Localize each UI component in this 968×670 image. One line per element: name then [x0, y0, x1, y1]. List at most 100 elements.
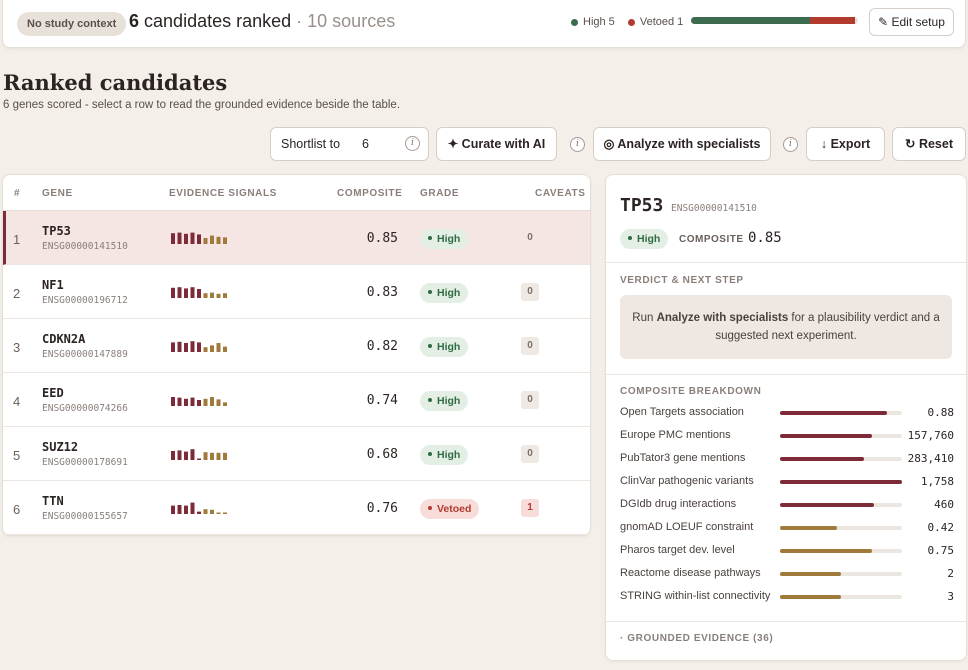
- detail-grade-badge: High: [620, 229, 669, 249]
- high-dot-icon: [628, 236, 632, 241]
- signal-bar: [197, 342, 201, 352]
- analyze-specialists-button[interactable]: ◎ Analyze with specialists: [593, 127, 771, 161]
- breakdown-value: 460: [934, 498, 954, 511]
- signal-bar: [190, 397, 195, 406]
- signal-bar: [190, 449, 195, 460]
- caveats-count: 0: [521, 337, 539, 355]
- grade-badge: High: [420, 391, 469, 411]
- shortlist-info-icon[interactable]: i: [405, 136, 420, 151]
- signal-bar: [197, 234, 201, 244]
- breakdown-heading: COMPOSITE BREAKDOWN: [620, 386, 762, 397]
- breakdown-row: ClinVar pathogenic variants 1,758: [620, 473, 954, 491]
- table-row[interactable]: 3 CDKN2A ENSG00000147889 0.82 High 0: [3, 319, 590, 373]
- row-number: 6: [13, 502, 21, 517]
- breakdown-fill: [780, 411, 888, 415]
- breakdown-label: gnomAD LOEUF constraint: [620, 521, 754, 533]
- table-header: # GENE EVIDENCE SIGNALS COMPOSITE GRADE …: [3, 175, 590, 211]
- col-composite[interactable]: COMPOSITE: [337, 188, 402, 199]
- verdict-heading: VERDICT & NEXT STEP: [620, 275, 744, 286]
- row-number: 2: [13, 286, 21, 301]
- divider: [606, 621, 966, 622]
- high-segment: [691, 17, 811, 24]
- col-num: #: [14, 188, 21, 199]
- grade-dot-icon: [428, 398, 432, 403]
- breakdown-row: gnomAD LOEUF constraint 0.42: [620, 519, 954, 537]
- breakdown-fill: [780, 526, 838, 530]
- vetoed-dot-icon: [627, 18, 635, 26]
- edit-setup-button[interactable]: ✎ Edit setup: [869, 8, 954, 36]
- grade-label: High: [437, 233, 461, 245]
- row-number: 4: [13, 394, 21, 409]
- col-gene[interactable]: GENE: [42, 188, 73, 199]
- breakdown-row: Open Targets association 0.88: [620, 404, 954, 422]
- curate-ai-button[interactable]: ✦ Curate with AI: [436, 127, 557, 161]
- breakdown-row: Europe PMC mentions 157,760: [620, 427, 954, 445]
- composite-score: 0.76: [366, 501, 398, 516]
- col-signals: EVIDENCE SIGNALS: [169, 188, 277, 199]
- composite-score: 0.82: [366, 339, 398, 354]
- signal-bar: [177, 232, 182, 244]
- grounded-evidence-toggle[interactable]: · GROUNDED EVIDENCE (36): [620, 633, 773, 644]
- table-row[interactable]: 4 EED ENSG00000074266 0.74 High 0: [3, 373, 590, 427]
- signal-bar: [171, 505, 175, 514]
- analyze-info-icon[interactable]: i: [783, 137, 798, 152]
- evidence-signals-sparkbar: [171, 502, 227, 514]
- shortlist-control: Shortlist to 6 i: [270, 127, 429, 161]
- breakdown-track: [780, 572, 902, 576]
- breakdown-value: 157,760: [907, 429, 954, 442]
- table-row[interactable]: 1 TP53 ENSG00000141510 0.85 High 0: [3, 211, 590, 265]
- verdict-action-link[interactable]: Analyze with specialists: [657, 312, 789, 324]
- signal-bar: [210, 235, 214, 244]
- col-caveats[interactable]: CAVEATS: [535, 188, 586, 199]
- evidence-signals-sparkbar: [171, 449, 227, 460]
- signal-bar: [203, 347, 208, 352]
- breakdown-value: 283,410: [907, 452, 954, 465]
- grade-dot-icon: [428, 290, 432, 295]
- gene-symbol: TTN: [42, 494, 64, 508]
- export-button[interactable]: ↓ Export: [806, 127, 885, 161]
- detail-gene: TP53: [620, 195, 664, 216]
- row-number: 1: [13, 232, 21, 247]
- signal-bar: [184, 288, 188, 298]
- signal-bar: [184, 505, 188, 514]
- reset-button[interactable]: ↻ Reset: [892, 127, 966, 161]
- breakdown-track: [780, 503, 902, 507]
- ensembl-id: ENSG00000196712: [42, 295, 128, 306]
- signal-bar: [223, 512, 227, 514]
- shortlist-label: Shortlist to: [281, 137, 341, 151]
- caveats-count: 0: [521, 283, 539, 301]
- curate-info-icon[interactable]: i: [570, 137, 585, 152]
- grade-dot-icon: [428, 452, 432, 457]
- signal-bar: [197, 289, 201, 298]
- signal-bar: [177, 287, 182, 298]
- table-row[interactable]: 2 NF1 ENSG00000196712 0.83 High 0: [3, 265, 590, 319]
- breakdown-label: Pharos target dev. level: [620, 544, 735, 556]
- signal-bar: [223, 293, 227, 298]
- breakdown-row: PubTator3 gene mentions 283,410: [620, 450, 954, 468]
- sources-count: · 10 sources: [296, 11, 396, 31]
- ranked-text: candidates ranked: [144, 11, 292, 31]
- composite-score: 0.83: [366, 285, 398, 300]
- shortlist-input[interactable]: 6: [362, 128, 369, 160]
- signal-bar: [203, 398, 208, 406]
- grade-badge: High: [420, 229, 469, 249]
- table-row[interactable]: 5 SUZ12 ENSG00000178691 0.68 High 0: [3, 427, 590, 481]
- col-grade[interactable]: GRADE: [420, 188, 459, 199]
- high-dot-icon: [571, 18, 578, 26]
- detail-composite-value: 0.85: [748, 230, 782, 246]
- breakdown-row: Pharos target dev. level 0.75: [620, 542, 954, 560]
- signal-bar: [184, 233, 188, 244]
- grade-label: High: [437, 449, 461, 461]
- signal-bar: [223, 237, 227, 244]
- table-row[interactable]: 6 TTN ENSG00000155657 0.76 Vetoed 1: [3, 481, 590, 535]
- study-context-badge[interactable]: No study context: [17, 12, 127, 36]
- ensembl-id: ENSG00000141510: [42, 241, 128, 252]
- signal-bar: [184, 343, 188, 352]
- breakdown-label: Europe PMC mentions: [620, 429, 731, 441]
- row-number: 5: [13, 448, 21, 463]
- signal-bar: [216, 236, 221, 244]
- breakdown-value: 0.42: [927, 521, 955, 534]
- signal-bar: [216, 293, 221, 298]
- ensembl-id: ENSG00000178691: [42, 457, 128, 468]
- signal-bar: [184, 398, 188, 406]
